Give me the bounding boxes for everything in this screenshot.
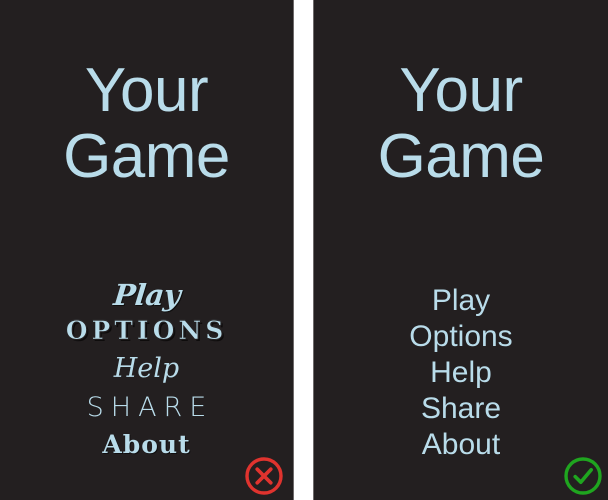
menu-item-share[interactable]: SHARE bbox=[0, 394, 293, 432]
game-title-right: Your Game bbox=[314, 58, 608, 190]
menu-item-options[interactable]: Options bbox=[314, 319, 608, 355]
menu-item-share[interactable]: Share bbox=[314, 391, 608, 427]
menu-item-help[interactable]: Help bbox=[314, 355, 608, 391]
success-badge bbox=[562, 455, 604, 497]
main-menu-right: Play Options Help Share About bbox=[314, 283, 608, 463]
panel-correct-example: Your Game Play Options Help Share About bbox=[313, 0, 608, 500]
menu-item-play[interactable]: Play bbox=[314, 283, 608, 319]
game-title-line-2: Game bbox=[377, 122, 545, 191]
panel-incorrect-example: Your Game Play OPTIONS Help SHARE About bbox=[0, 0, 294, 500]
error-badge bbox=[243, 455, 285, 497]
menu-item-help[interactable]: Help bbox=[0, 355, 293, 394]
circle-check-icon bbox=[564, 457, 602, 495]
menu-item-about[interactable]: About bbox=[0, 432, 293, 457]
game-title-left: Your Game bbox=[0, 58, 293, 190]
game-title-line-1: Your bbox=[84, 56, 209, 125]
menu-item-options[interactable]: OPTIONS bbox=[0, 318, 293, 355]
main-menu-left: Play OPTIONS Help SHARE About bbox=[0, 278, 293, 457]
game-title-line-2: Game bbox=[63, 122, 230, 191]
menu-item-play[interactable]: Play bbox=[0, 278, 293, 318]
comparison-stage: Your Game Play OPTIONS Help SHARE About … bbox=[0, 0, 608, 500]
game-title-line-1: Your bbox=[399, 56, 523, 125]
circle-x-icon bbox=[245, 457, 283, 495]
